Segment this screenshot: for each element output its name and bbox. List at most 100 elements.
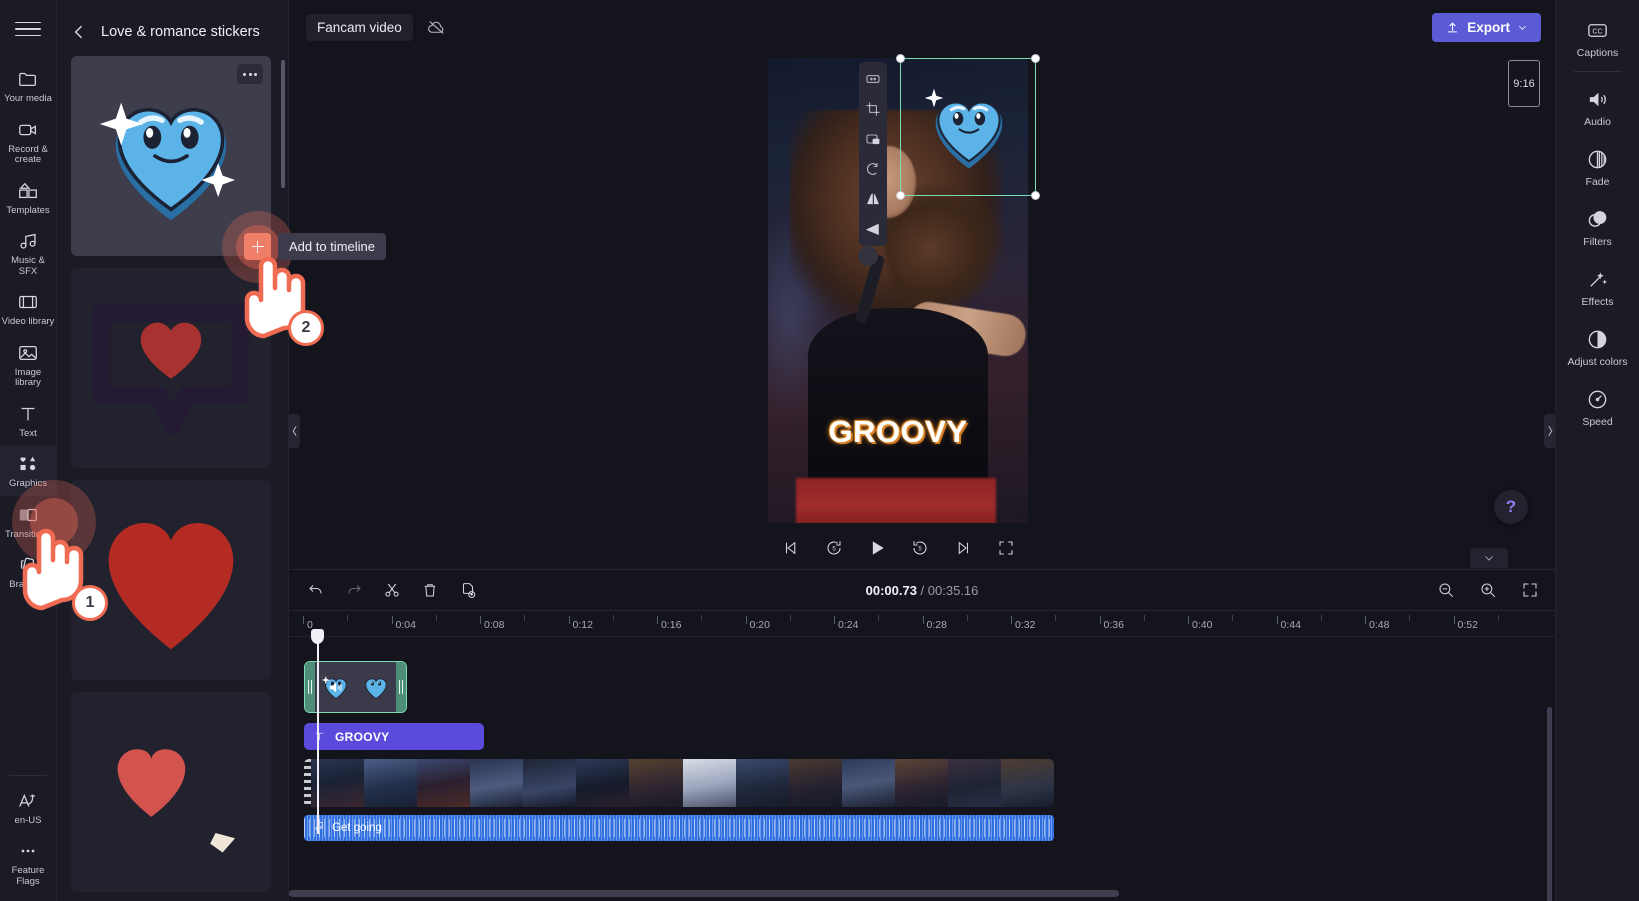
- play-icon[interactable]: [866, 537, 888, 559]
- ruler-tick-label: 0:32: [1015, 619, 1036, 631]
- project-name-field[interactable]: Fancam video: [306, 14, 413, 41]
- ruler-tick-minor: [878, 615, 880, 621]
- walkthrough-step-1: 1: [72, 585, 108, 621]
- help-button[interactable]: ?: [1494, 490, 1528, 524]
- playhead[interactable]: [312, 629, 323, 834]
- tool-speed[interactable]: Speed: [1556, 377, 1639, 437]
- timeline-horizontal-scrollbar[interactable]: [289, 890, 1555, 897]
- arrow-left-icon[interactable]: [69, 22, 89, 42]
- timeline-ruler[interactable]: 0 0:04 0:08 0:12 0:16 0:20 0:24 0:28 0:32 0:36 0:4…: [289, 611, 1555, 637]
- split-button[interactable]: [377, 575, 407, 605]
- ruler-tick-label: 0:08: [484, 619, 505, 631]
- templates-icon: [16, 179, 40, 203]
- ruler-tick-minor: [1409, 615, 1411, 621]
- tool-filters[interactable]: Filters: [1556, 197, 1639, 257]
- audio-waveform-peaks: [304, 819, 1054, 837]
- sidebar-label: Text: [19, 427, 37, 439]
- hamburger-menu-icon[interactable]: [15, 16, 41, 42]
- sidebar-item-templates[interactable]: Templates: [0, 172, 57, 223]
- ruler-tick-minor: [1320, 615, 1322, 621]
- selection-handle-bottom-right[interactable]: [1031, 191, 1040, 200]
- tool-adjust-colors[interactable]: Adjust colors: [1556, 317, 1639, 377]
- skip-to-end-icon[interactable]: [952, 537, 974, 559]
- ruler-tick-minor: [1143, 615, 1145, 621]
- duplicate-button[interactable]: [453, 575, 483, 605]
- video-thumbnail: [841, 759, 895, 807]
- sticker-selection-box[interactable]: [896, 54, 1040, 200]
- sidebar-item-language[interactable]: en-US: [0, 782, 57, 833]
- preview-stage: 9:16 GROOVY 5 5 ?: [289, 54, 1555, 569]
- rewind-5s-icon[interactable]: 5: [823, 537, 845, 559]
- tool-effects[interactable]: Effects: [1556, 257, 1639, 317]
- export-button[interactable]: Export: [1432, 13, 1541, 42]
- svg-text:5: 5: [918, 547, 922, 553]
- selection-handle-top-right[interactable]: [1031, 54, 1040, 63]
- skew-icon[interactable]: [862, 218, 884, 240]
- stickers-panel: Love & romance stickers: [57, 0, 289, 901]
- delete-button[interactable]: [415, 575, 445, 605]
- total-time: 00:35.16: [927, 582, 979, 598]
- microphone-head: [858, 246, 878, 266]
- tool-fade[interactable]: Fade: [1556, 137, 1639, 197]
- ruler-tick-label: 0:36: [1103, 619, 1124, 631]
- tool-audio[interactable]: Audio: [1556, 77, 1639, 137]
- sidebar-item-feature-flags[interactable]: Feature Flags: [0, 832, 57, 901]
- clip-handle-right[interactable]: [396, 662, 406, 712]
- selection-handle-top-left[interactable]: [896, 54, 905, 63]
- ruler-tick-minor: [1497, 615, 1499, 621]
- zoom-out-button[interactable]: [1431, 575, 1461, 605]
- sidebar-item-text[interactable]: Text: [0, 395, 57, 446]
- collapse-panel-right-handle[interactable]: [1544, 414, 1555, 448]
- video-clip[interactable]: [304, 759, 1054, 807]
- ruler-tick: [480, 616, 481, 624]
- skip-to-start-icon[interactable]: [780, 537, 802, 559]
- selection-float-toolbar: [859, 62, 887, 246]
- sidebar-item-music-sfx[interactable]: Music & SFX: [0, 222, 57, 283]
- aspect-ratio-badge[interactable]: 9:16: [1508, 60, 1540, 107]
- fit-to-width-icon[interactable]: [862, 68, 884, 90]
- timeline-vertical-scrollbar[interactable]: [1547, 707, 1552, 901]
- forward-5s-icon[interactable]: 5: [909, 537, 931, 559]
- sidebar-label: Templates: [6, 204, 50, 216]
- performer-red-skirt: [796, 478, 996, 523]
- selection-handle-bottom-left[interactable]: [896, 191, 905, 200]
- ruler-tick: [568, 616, 570, 624]
- panel-scrollbar[interactable]: [281, 60, 285, 188]
- crop-icon[interactable]: [862, 98, 884, 120]
- audio-clip[interactable]: Get going: [304, 815, 1054, 841]
- ellipsis-icon[interactable]: [237, 64, 263, 84]
- flip-horizontal-icon[interactable]: [862, 188, 884, 210]
- collapse-panel-left-handle[interactable]: [289, 414, 300, 448]
- scrollbar-thumb[interactable]: [289, 890, 1119, 897]
- sidebar-item-your-media[interactable]: Your media: [0, 60, 57, 111]
- redo-button[interactable]: [339, 575, 369, 605]
- ruler-tick-minor: [612, 615, 614, 621]
- ruler-tick-minor: [435, 615, 437, 621]
- ruler-tick-label: 0:04: [395, 619, 416, 631]
- text-clip[interactable]: GROOVY: [304, 723, 484, 750]
- sidebar-item-record-create[interactable]: Record & create: [0, 111, 57, 172]
- undo-button[interactable]: [301, 575, 331, 605]
- rotate-icon[interactable]: [862, 158, 884, 180]
- collapse-preview-caret[interactable]: [1470, 548, 1508, 568]
- ruler-tick-minor: [701, 615, 703, 621]
- svg-text:5: 5: [832, 547, 836, 553]
- sidebar-item-image-library[interactable]: Image library: [0, 334, 57, 395]
- cloud-off-icon[interactable]: [422, 14, 450, 41]
- tool-captions[interactable]: CC Captions: [1556, 8, 1639, 68]
- clip-handle-left[interactable]: [305, 662, 315, 712]
- dark-speech-bubble-heart-sticker: [92, 303, 250, 434]
- music-note-icon: [313, 819, 325, 837]
- fullscreen-icon[interactable]: [995, 537, 1017, 559]
- sidebar-label: en-US: [14, 814, 42, 826]
- sticker-card-pink-heart[interactable]: [71, 692, 271, 892]
- sticker-card-red-brush-heart[interactable]: [71, 480, 271, 680]
- video-thumbnail: [682, 759, 736, 807]
- sticker-clip[interactable]: [304, 661, 407, 713]
- ruler-tick: [1365, 616, 1366, 624]
- rail-divider: [9, 774, 47, 776]
- sidebar-item-video-library[interactable]: Video library: [0, 283, 57, 334]
- picture-in-picture-icon[interactable]: [862, 128, 884, 150]
- zoom-in-button[interactable]: [1473, 575, 1503, 605]
- fit-timeline-button[interactable]: [1515, 575, 1545, 605]
